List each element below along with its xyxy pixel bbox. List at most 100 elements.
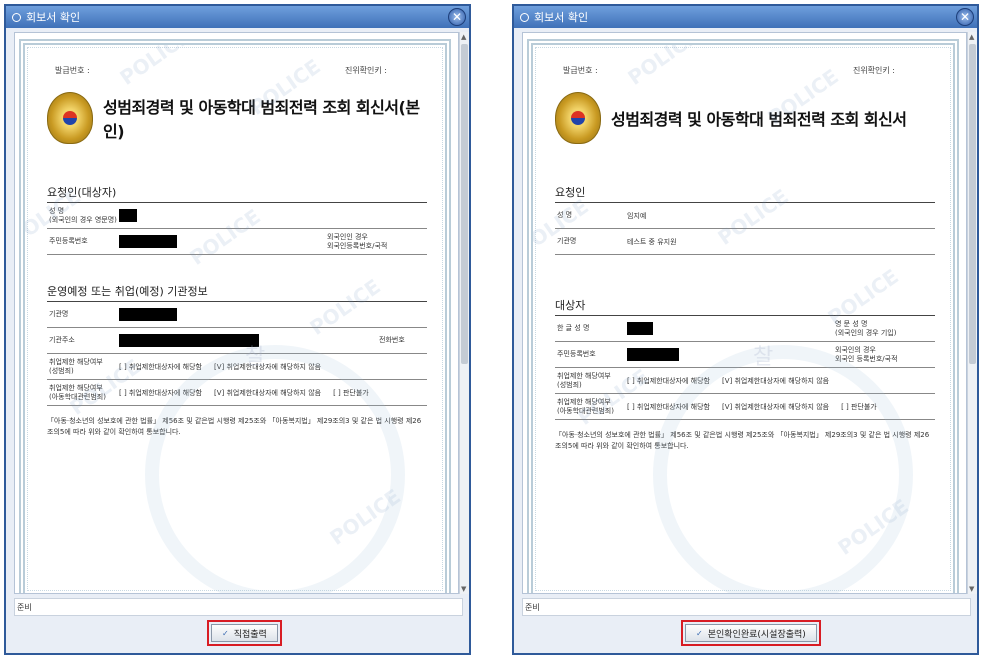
status-label: 준비 xyxy=(525,602,540,612)
foreigner-label: 외국인의 경우 외국인 등록번호/국적 xyxy=(835,346,898,363)
check-icon: ✓ xyxy=(696,628,703,638)
scroll-up-icon[interactable]: ▲ xyxy=(969,33,974,41)
redacted-rrn xyxy=(119,235,177,248)
identity-confirmed-print-button[interactable]: ✓ 본인확인완료(시설장출력) xyxy=(685,624,817,642)
name-value: 임지예 xyxy=(627,211,647,220)
child-abuse-label: 취업제한 해당여부 (아동학대관련범죄) xyxy=(557,398,614,415)
option-undeterminable: [ ] 판단불가 xyxy=(841,402,877,411)
redacted-inst-addr xyxy=(119,334,259,347)
right-title-bar: 회보서 확인 ✕ xyxy=(514,6,977,28)
redacted-inst-name xyxy=(119,308,177,321)
right-sex-crime-row: 취업제한 해당여부 (성범죄) [ ] 취업제한대상자에 해당함 [V] 취업제… xyxy=(555,368,935,394)
watermark-police: POLICE xyxy=(833,494,913,560)
right-button-highlight: ✓ 본인확인완료(시설장출력) xyxy=(681,620,821,646)
child-abuse-label: 취업제한 해당여부 (아동학대관련범죄) xyxy=(49,384,106,401)
left-button-highlight: ✓ 직접출력 xyxy=(207,620,282,646)
inst-name-value: 테스트 중 유지원 xyxy=(627,237,677,246)
right-name-row: 성 명 임지예 xyxy=(555,203,935,229)
right-inst-name-row: 기관명 테스트 중 유지원 xyxy=(555,229,935,255)
option-not-applicable: [V] 취업제한대상자에 해당하지 않음 xyxy=(721,376,830,385)
left-inst-addr-row: 기관주소 전화번호 xyxy=(47,328,427,354)
left-sex-crime-row: 취업제한 해당여부 (성범죄) [ ] 취업제한대상자에 해당함 [V] 취업제… xyxy=(47,354,427,380)
left-requester-heading: 요청인(대상자) xyxy=(47,184,427,203)
left-inst-name-row: 기관명 xyxy=(47,302,427,328)
left-name-row: 성 명 (외국인의 경우 영문명) xyxy=(47,203,427,229)
issue-no-label: 발급번호 : xyxy=(563,66,598,75)
left-dialog-window: 회보서 확인 ✕ POLICE POLICE POLICE POLICE POL… xyxy=(4,4,471,655)
korean-name-label: 한 글 성 명 xyxy=(557,324,590,333)
scroll-down-icon[interactable]: ▼ xyxy=(461,585,466,593)
verify-key-label: 진위확인키 : xyxy=(344,66,387,75)
watermark-police: POLICE xyxy=(325,484,405,550)
inst-name-label: 기관명 xyxy=(49,310,69,319)
right-meta-row: 발급번호 : 진위확인키 : xyxy=(555,65,935,76)
police-emblem-icon xyxy=(47,92,93,144)
left-document: POLICE POLICE POLICE POLICE POLICE POLIC… xyxy=(19,39,451,593)
right-scrollbar[interactable]: ▲ ▼ xyxy=(967,32,977,594)
right-dialog-title: 회보서 확인 xyxy=(534,11,589,24)
left-document-title: 성범죄경력 및 아동학대 범죄전력 조회 회신서(본인) xyxy=(103,98,420,141)
left-title-bar: 회보서 확인 ✕ xyxy=(6,6,469,28)
right-document-viewport: POLICE POLICE POLICE POLICE POLICE POLIC… xyxy=(522,32,967,594)
right-rrn-row: 주민등록번호 외국인의 경우 외국인 등록번호/국적 xyxy=(555,342,935,368)
right-requester-heading: 요청인 xyxy=(555,184,935,203)
option-not-applicable: [V] 취업제한대상자에 해당하지 않음 xyxy=(213,362,322,371)
check-icon: ✓ xyxy=(222,628,229,638)
redacted-rrn xyxy=(627,348,679,361)
rrn-label: 주민등록번호 xyxy=(49,237,88,246)
redacted-name xyxy=(119,209,137,222)
sex-crime-label: 취업제한 해당여부 (성범죄) xyxy=(557,372,611,389)
option-applicable: [ ] 취업제한대상자에 해당함 xyxy=(627,402,710,411)
right-scroll-thumb[interactable] xyxy=(969,44,976,364)
left-institution-heading: 운영예정 또는 취업(예정) 기관정보 xyxy=(47,283,427,302)
option-undeterminable: [ ] 판단불가 xyxy=(333,388,369,397)
right-dialog-window: 회보서 확인 ✕ POLICE POLICE POLICE POLICE POL… xyxy=(512,4,979,655)
option-applicable: [ ] 취업제한대상자에 해당함 xyxy=(119,388,202,397)
right-korean-name-row: 한 글 성 명 영 문 성 명 (외국인의 경우 기입) xyxy=(555,316,935,342)
option-not-applicable: [V] 취업제한대상자에 해당하지 않음 xyxy=(721,402,830,411)
left-scroll-thumb[interactable] xyxy=(461,44,468,364)
left-dialog-title: 회보서 확인 xyxy=(26,11,81,24)
issue-no-label: 발급번호 : xyxy=(55,66,90,75)
phone-label: 전화번호 xyxy=(379,336,405,345)
right-close-button[interactable]: ✕ xyxy=(956,8,974,26)
police-emblem-icon xyxy=(555,92,601,144)
option-applicable: [ ] 취업제한대상자에 해당함 xyxy=(119,362,202,371)
left-meta-row: 발급번호 : 진위확인키 : xyxy=(47,65,427,76)
scroll-up-icon[interactable]: ▲ xyxy=(461,33,466,41)
right-subject-heading: 대상자 xyxy=(555,297,935,316)
left-rrn-row: 주민등록번호 외국인인 경우 외국인등록번호/국적 xyxy=(47,229,427,255)
inst-addr-label: 기관주소 xyxy=(49,336,75,345)
direct-print-label: 직접출력 xyxy=(233,629,267,640)
left-title-block: 성범죄경력 및 아동학대 범죄전력 조회 회신서(본인) xyxy=(47,92,427,144)
scroll-down-icon[interactable]: ▼ xyxy=(969,585,974,593)
inst-name-label: 기관명 xyxy=(557,237,577,246)
left-status-bar: 준비 xyxy=(14,598,463,616)
circle-icon xyxy=(520,12,529,22)
left-child-abuse-row: 취업제한 해당여부 (아동학대관련범죄) [ ] 취업제한대상자에 해당함 [V… xyxy=(47,380,427,406)
right-legal-text: 「아동·청소년의 성보호에 관한 법률」 제56조 및 같은법 시행령 제25조… xyxy=(555,431,930,450)
right-status-bar: 준비 xyxy=(522,598,971,616)
status-label: 준비 xyxy=(17,602,32,612)
left-document-viewport: POLICE POLICE POLICE POLICE POLICE POLIC… xyxy=(14,32,459,594)
redacted-korean-name xyxy=(627,322,653,335)
right-document-title: 성범죄경력 및 아동학대 범죄전력 조회 회신서 xyxy=(611,110,907,129)
option-not-applicable: [V] 취업제한대상자에 해당하지 않음 xyxy=(213,388,322,397)
foreigner-label: 외국인인 경우 외국인등록번호/국적 xyxy=(327,233,388,250)
left-scrollbar[interactable]: ▲ ▼ xyxy=(459,32,469,594)
left-legal-text: 「아동·청소년의 성보호에 관한 법률」 제56조 및 같은법 시행령 제25조… xyxy=(47,417,422,436)
name-label: 성 명 (외국인의 경우 영문명) xyxy=(49,207,117,224)
verify-key-label: 진위확인키 : xyxy=(852,66,895,75)
circle-icon xyxy=(12,12,21,22)
right-title-block: 성범죄경력 및 아동학대 범죄전력 조회 회신서 xyxy=(555,92,935,144)
rrn-label: 주민등록번호 xyxy=(557,350,596,359)
english-name-label: 영 문 성 명 (외국인의 경우 기입) xyxy=(835,320,897,337)
right-document: POLICE POLICE POLICE POLICE POLICE POLIC… xyxy=(527,39,959,593)
left-close-button[interactable]: ✕ xyxy=(448,8,466,26)
name-label: 성 명 xyxy=(557,211,573,220)
option-applicable: [ ] 취업제한대상자에 해당함 xyxy=(627,376,710,385)
right-child-abuse-row: 취업제한 해당여부 (아동학대관련범죄) [ ] 취업제한대상자에 해당함 [V… xyxy=(555,394,935,420)
direct-print-button[interactable]: ✓ 직접출력 xyxy=(211,624,278,642)
identity-confirmed-print-label: 본인확인완료(시설장출력) xyxy=(707,629,806,640)
sex-crime-label: 취업제한 해당여부 (성범죄) xyxy=(49,358,103,375)
